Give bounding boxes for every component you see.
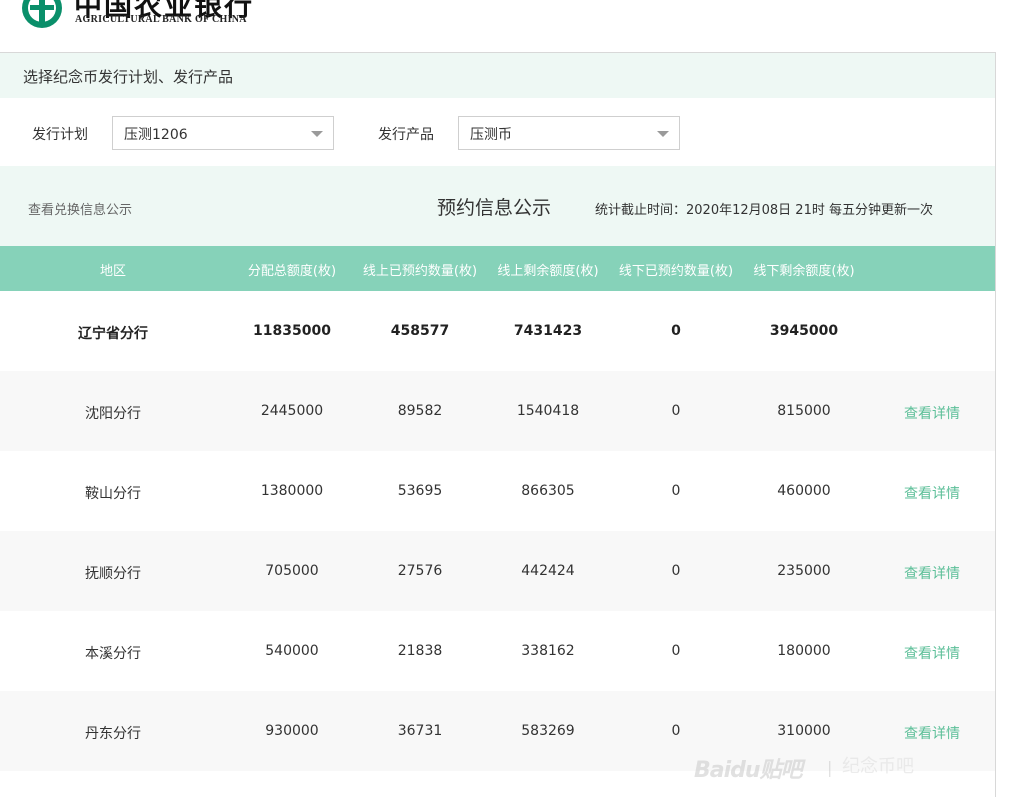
cell-offline-booked: 0 bbox=[671, 483, 681, 499]
column-header-offline-remaining: 线下剩余额度(枚) bbox=[753, 264, 855, 279]
table-header: 地区 分配总额度(枚) 线上已预约数量(枚) 线上剩余额度(枚) 线下已预约数量… bbox=[0, 246, 995, 291]
cell-offline-booked: 0 bbox=[671, 403, 681, 419]
cell-region: 本溪分行 bbox=[85, 646, 141, 662]
cell-online-remaining: 7431423 bbox=[513, 323, 583, 339]
table-row: 鞍山分行 1380000 53695 866305 0 460000 查看详情 bbox=[0, 451, 995, 531]
cell-offline-booked: 0 bbox=[671, 563, 681, 579]
view-exchange-info-link[interactable]: 查看兑换信息公示 bbox=[28, 199, 132, 218]
view-details-link[interactable]: 查看详情 bbox=[904, 723, 960, 743]
cell-offline-remaining: 3945000 bbox=[769, 323, 839, 339]
select-section-title: 选择纪念币发行计划、发行产品 bbox=[23, 68, 234, 86]
cell-region: 沈阳分行 bbox=[85, 406, 141, 422]
chevron-down-icon bbox=[657, 131, 669, 137]
cell-online-remaining: 866305 bbox=[521, 483, 575, 499]
view-details-link[interactable]: 查看详情 bbox=[904, 483, 960, 503]
cell-online-booked: 27576 bbox=[397, 563, 443, 579]
plan-select[interactable]: 压测1206 bbox=[112, 116, 334, 150]
cell-offline-remaining: 815000 bbox=[777, 403, 831, 419]
cell-online-booked: 458577 bbox=[390, 323, 450, 339]
product-select-value: 压测币 bbox=[470, 127, 512, 143]
cell-online-booked: 89582 bbox=[397, 403, 443, 419]
cell-region: 辽宁省分行 bbox=[78, 326, 148, 342]
cell-total-quota: 540000 bbox=[265, 643, 319, 659]
abc-logo-icon bbox=[22, 0, 62, 28]
cell-offline-booked: 0 bbox=[671, 323, 681, 339]
table-row-total: 辽宁省分行 11835000 458577 7431423 0 3945000 bbox=[0, 291, 995, 371]
cell-offline-remaining: 460000 bbox=[777, 483, 831, 499]
info-bar: 查看兑换信息公示 预约信息公示 统计截止时间：2020年12月08日 21时 每… bbox=[0, 166, 995, 246]
column-header-region: 地区 bbox=[99, 264, 127, 279]
cell-online-remaining: 442424 bbox=[521, 563, 575, 579]
watermark-sub: 纪念币吧 bbox=[842, 756, 914, 777]
bank-name-en: AGRICULTURAL BANK OF CHINA bbox=[75, 14, 247, 25]
cell-total-quota: 11835000 bbox=[253, 323, 331, 339]
cell-online-remaining: 338162 bbox=[521, 643, 575, 659]
view-details-link[interactable]: 查看详情 bbox=[904, 403, 960, 423]
column-header-online-booked: 线上已预约数量(枚) bbox=[362, 264, 478, 279]
cell-offline-booked: 0 bbox=[671, 643, 681, 659]
column-header-offline-booked: 线下已预约数量(枚) bbox=[618, 264, 734, 279]
plan-select-value: 压测1206 bbox=[124, 127, 188, 143]
cell-region: 鞍山分行 bbox=[85, 486, 141, 502]
reservation-info-title: 预约信息公示 bbox=[437, 197, 552, 219]
view-details-link[interactable]: 查看详情 bbox=[904, 563, 960, 583]
cell-online-remaining: 583269 bbox=[521, 723, 575, 739]
cell-offline-booked: 0 bbox=[671, 723, 681, 739]
cell-total-quota: 1380000 bbox=[260, 483, 324, 499]
table-row: 抚顺分行 705000 27576 442424 0 235000 查看详情 bbox=[0, 531, 995, 611]
table-row: 本溪分行 540000 21838 338162 0 180000 查看详情 bbox=[0, 611, 995, 691]
column-header-online-remaining: 线上剩余额度(枚) bbox=[497, 264, 599, 279]
cell-online-booked: 21838 bbox=[397, 643, 443, 659]
watermark-divider: | bbox=[827, 758, 833, 777]
chevron-down-icon bbox=[311, 131, 323, 137]
cell-online-remaining: 1540418 bbox=[516, 403, 580, 419]
column-header-total-quota: 分配总额度(枚) bbox=[247, 264, 337, 279]
view-details-link[interactable]: 查看详情 bbox=[904, 643, 960, 663]
watermark-brand: Baidu贴吧 bbox=[694, 758, 803, 783]
baidu-tieba-watermark: Baidu贴吧 | 纪念币吧 bbox=[694, 746, 954, 786]
product-label: 发行产品 bbox=[378, 127, 434, 143]
table-row: 沈阳分行 2445000 89582 1540418 0 815000 查看详情 bbox=[0, 371, 995, 451]
plan-label: 发行计划 bbox=[32, 127, 88, 143]
cell-region: 丹东分行 bbox=[85, 726, 141, 742]
cell-region: 抚顺分行 bbox=[85, 566, 141, 582]
select-section-header: 选择纪念币发行计划、发行产品 bbox=[0, 53, 995, 98]
cell-online-booked: 36731 bbox=[397, 723, 443, 739]
cell-offline-remaining: 235000 bbox=[777, 563, 831, 579]
cell-offline-remaining: 310000 bbox=[777, 723, 831, 739]
cell-total-quota: 2445000 bbox=[260, 403, 324, 419]
product-select[interactable]: 压测币 bbox=[458, 116, 680, 150]
cell-total-quota: 930000 bbox=[265, 723, 319, 739]
cell-online-booked: 53695 bbox=[397, 483, 443, 499]
header: 中国农业银行 AGRICULTURAL BANK OF CHINA bbox=[0, 0, 1012, 52]
cell-total-quota: 705000 bbox=[265, 563, 319, 579]
cell-offline-remaining: 180000 bbox=[777, 643, 831, 659]
stat-deadline-text: 统计截止时间：2020年12月08日 21时 每五分钟更新一次 bbox=[595, 203, 933, 218]
